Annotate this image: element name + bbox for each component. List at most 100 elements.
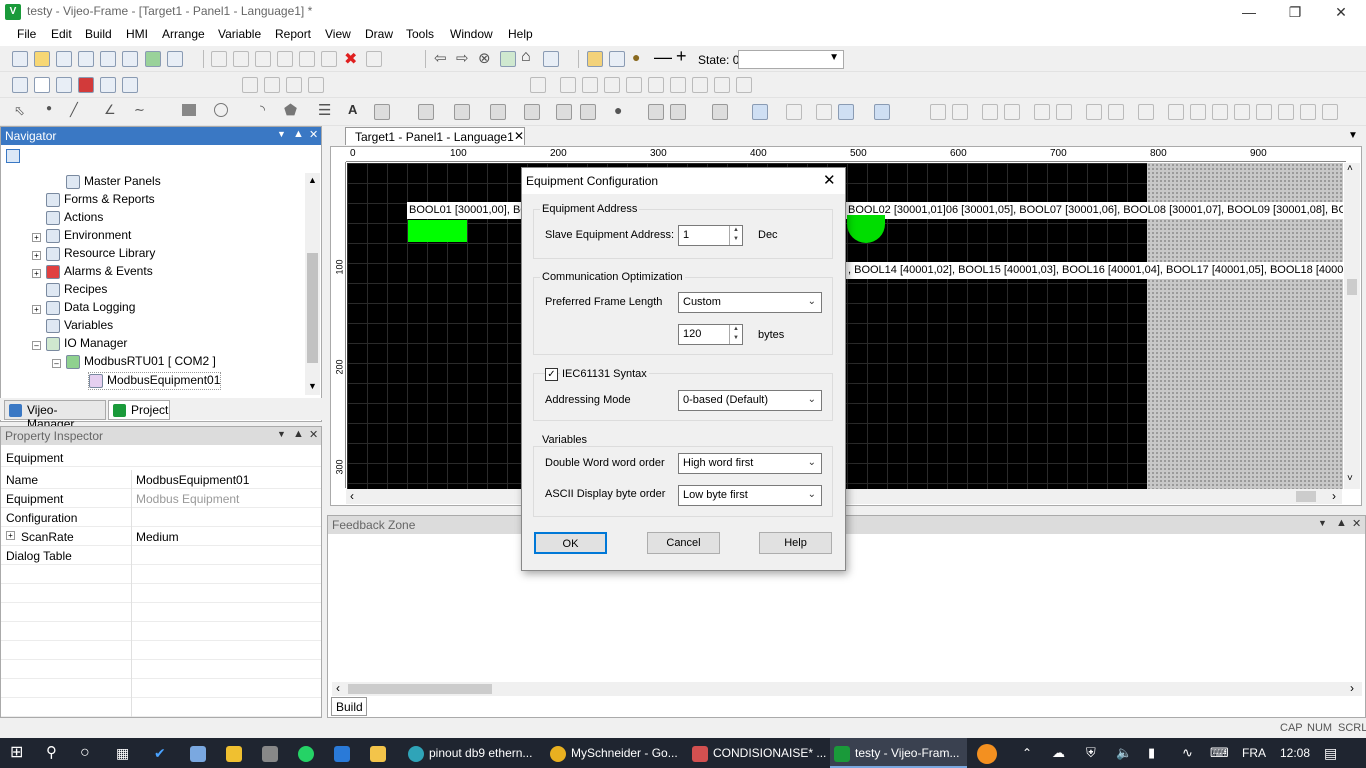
scroll-thumb[interactable] xyxy=(1347,279,1357,295)
tree-item-environment[interactable]: + Environment xyxy=(28,228,288,246)
taskbar-item-vijeo-frame[interactable]: testy - Vijeo-Fram... xyxy=(830,738,967,768)
state-toggle-icon[interactable] xyxy=(609,51,625,67)
align-icon[interactable] xyxy=(264,77,280,93)
table-icon[interactable] xyxy=(648,104,664,120)
orange-app-icon[interactable] xyxy=(977,738,997,768)
flip-icon[interactable] xyxy=(1034,104,1050,120)
tab-build[interactable]: Build xyxy=(331,697,367,716)
variable-label-strip[interactable]: BOOL02 [30001,01]06 [30001,05], BOOL07 [… xyxy=(846,202,1343,219)
align-middle-icon[interactable] xyxy=(1256,104,1272,120)
simulate-icon[interactable] xyxy=(167,51,183,67)
tree-item-io-manager[interactable]: – IO Manager xyxy=(28,336,288,354)
zoom-icon[interactable] xyxy=(56,77,72,93)
tree-item-recipes[interactable]: Recipes xyxy=(46,282,107,300)
iec-syntax-checkbox[interactable]: ✓ xyxy=(545,368,558,381)
meter-icon[interactable] xyxy=(556,104,572,120)
expand-icon[interactable]: + xyxy=(6,531,15,540)
dropdown-icon[interactable]: ▼ xyxy=(277,429,286,439)
close-icon[interactable]: ✕ xyxy=(309,128,318,141)
spinner-arrows-icon[interactable]: ▲ ▼ xyxy=(729,325,742,344)
refresh-icon[interactable] xyxy=(500,51,516,67)
download-icon[interactable] xyxy=(145,51,161,67)
whatsapp-icon[interactable] xyxy=(298,738,318,768)
plus-icon[interactable]: + xyxy=(676,46,687,67)
group-icon[interactable] xyxy=(752,104,768,120)
menu-hmi[interactable]: HMI xyxy=(126,27,148,41)
build-icon[interactable] xyxy=(122,51,138,67)
same-width-icon[interactable] xyxy=(1300,104,1316,120)
menu-edit[interactable]: Edit xyxy=(51,27,72,41)
tree-item-master-panels[interactable]: Master Panels xyxy=(66,174,161,192)
taskbar-item-chrome[interactable]: MySchneider - Go... xyxy=(546,738,683,768)
align-left-icon[interactable] xyxy=(1168,104,1184,120)
tree-item-resource-library[interactable]: + Resource Library xyxy=(28,246,288,264)
curve-icon[interactable]: ∼ xyxy=(134,102,145,118)
align-center-icon[interactable] xyxy=(1190,104,1206,120)
property-row-equipment[interactable]: Equipment Modbus Equipment xyxy=(1,489,321,508)
variable-label-strip[interactable]: BOOL01 [30001,00], BO xyxy=(407,202,523,219)
stop-icon[interactable]: ⊗ xyxy=(478,49,491,67)
scroll-right-icon[interactable]: › xyxy=(1350,681,1354,695)
volume-icon[interactable]: 🔈 xyxy=(1116,738,1134,768)
home-icon[interactable]: ⌂ xyxy=(521,48,531,66)
copy-icon[interactable] xyxy=(277,51,293,67)
wifi-icon[interactable]: ∿ xyxy=(1182,738,1200,768)
align-top-icon[interactable] xyxy=(1234,104,1250,120)
layout-icon[interactable] xyxy=(626,77,642,93)
window-icon[interactable] xyxy=(100,77,116,93)
cancel-button[interactable]: Cancel xyxy=(647,532,720,554)
binoculars-icon[interactable] xyxy=(122,77,138,93)
tree-item-modbusequipment01[interactable]: ModbusEquipment01 xyxy=(88,372,222,390)
menu-window[interactable]: Window xyxy=(450,27,493,41)
clock[interactable]: 12:08 xyxy=(1280,738,1310,768)
cut-icon[interactable] xyxy=(255,51,271,67)
pin-icon[interactable]: ▲ xyxy=(293,428,304,440)
dot-icon[interactable]: ● xyxy=(46,103,52,114)
ungroup-icon[interactable] xyxy=(786,104,802,120)
rectangle-icon[interactable] xyxy=(182,104,196,116)
tree-item-forms-reports[interactable]: Forms & Reports xyxy=(46,192,155,210)
tab-project[interactable]: Project xyxy=(108,400,170,420)
trend-icon[interactable] xyxy=(580,104,596,120)
layout-icon[interactable] xyxy=(648,77,664,93)
state-combo[interactable]: ▼ xyxy=(738,50,844,69)
forward-icon[interactable]: ⇨ xyxy=(456,49,469,67)
expand-icon[interactable]: + xyxy=(32,251,41,260)
line-icon[interactable]: ╱ xyxy=(70,102,78,118)
ascii-order-select[interactable]: Low byte first ⌄ xyxy=(678,485,822,506)
distribute-icon[interactable] xyxy=(1086,104,1102,120)
layout-icon[interactable] xyxy=(560,77,576,93)
file-explorer-icon[interactable] xyxy=(370,738,390,768)
flip-icon[interactable] xyxy=(1056,104,1072,120)
navigator-scrollbar[interactable]: ▲ ▼ xyxy=(305,173,320,395)
new-icon[interactable] xyxy=(12,51,28,67)
redo-icon[interactable] xyxy=(233,51,249,67)
alarm-icon[interactable] xyxy=(78,77,94,93)
collapse-icon[interactable]: – xyxy=(32,341,41,350)
scroll-right-icon[interactable]: › xyxy=(1332,489,1336,503)
size-icon[interactable] xyxy=(1138,104,1154,120)
align-bottom-icon[interactable] xyxy=(1278,104,1294,120)
grid-icon[interactable] xyxy=(34,77,50,93)
numeric-icon[interactable] xyxy=(490,104,506,120)
collapse-icon[interactable]: – xyxy=(52,359,61,368)
pin-icon[interactable]: ▲ xyxy=(1336,517,1347,529)
pin-icon[interactable]: ▲ xyxy=(293,128,304,140)
mail-icon[interactable] xyxy=(334,738,354,768)
align-icon[interactable] xyxy=(308,77,324,93)
ok-button[interactable]: OK xyxy=(534,532,607,554)
close-icon[interactable]: ✕ xyxy=(823,171,836,189)
state-icon[interactable] xyxy=(587,51,603,67)
polygon-icon[interactable]: ⬟ xyxy=(284,101,297,119)
property-row-scanrate[interactable]: + ScanRate Medium xyxy=(1,527,321,546)
tree-item-modbusrtu01[interactable]: – ModbusRTU01 [ COM2 ] xyxy=(48,354,288,372)
back-icon[interactable]: ⇦ xyxy=(434,49,447,67)
layout-icon[interactable] xyxy=(582,77,598,93)
layout-icon[interactable] xyxy=(736,77,752,93)
taskbar-item-edge[interactable]: pinout db9 ethern... xyxy=(404,738,541,768)
recipe-icon[interactable] xyxy=(712,104,728,120)
spinner-arrows-icon[interactable]: ▲ ▼ xyxy=(729,226,742,245)
scroll-thumb[interactable] xyxy=(307,253,318,363)
expand-icon[interactable]: + xyxy=(32,269,41,278)
taskbar-item-condisionaise[interactable]: CONDISIONAISE* ... xyxy=(688,738,826,768)
